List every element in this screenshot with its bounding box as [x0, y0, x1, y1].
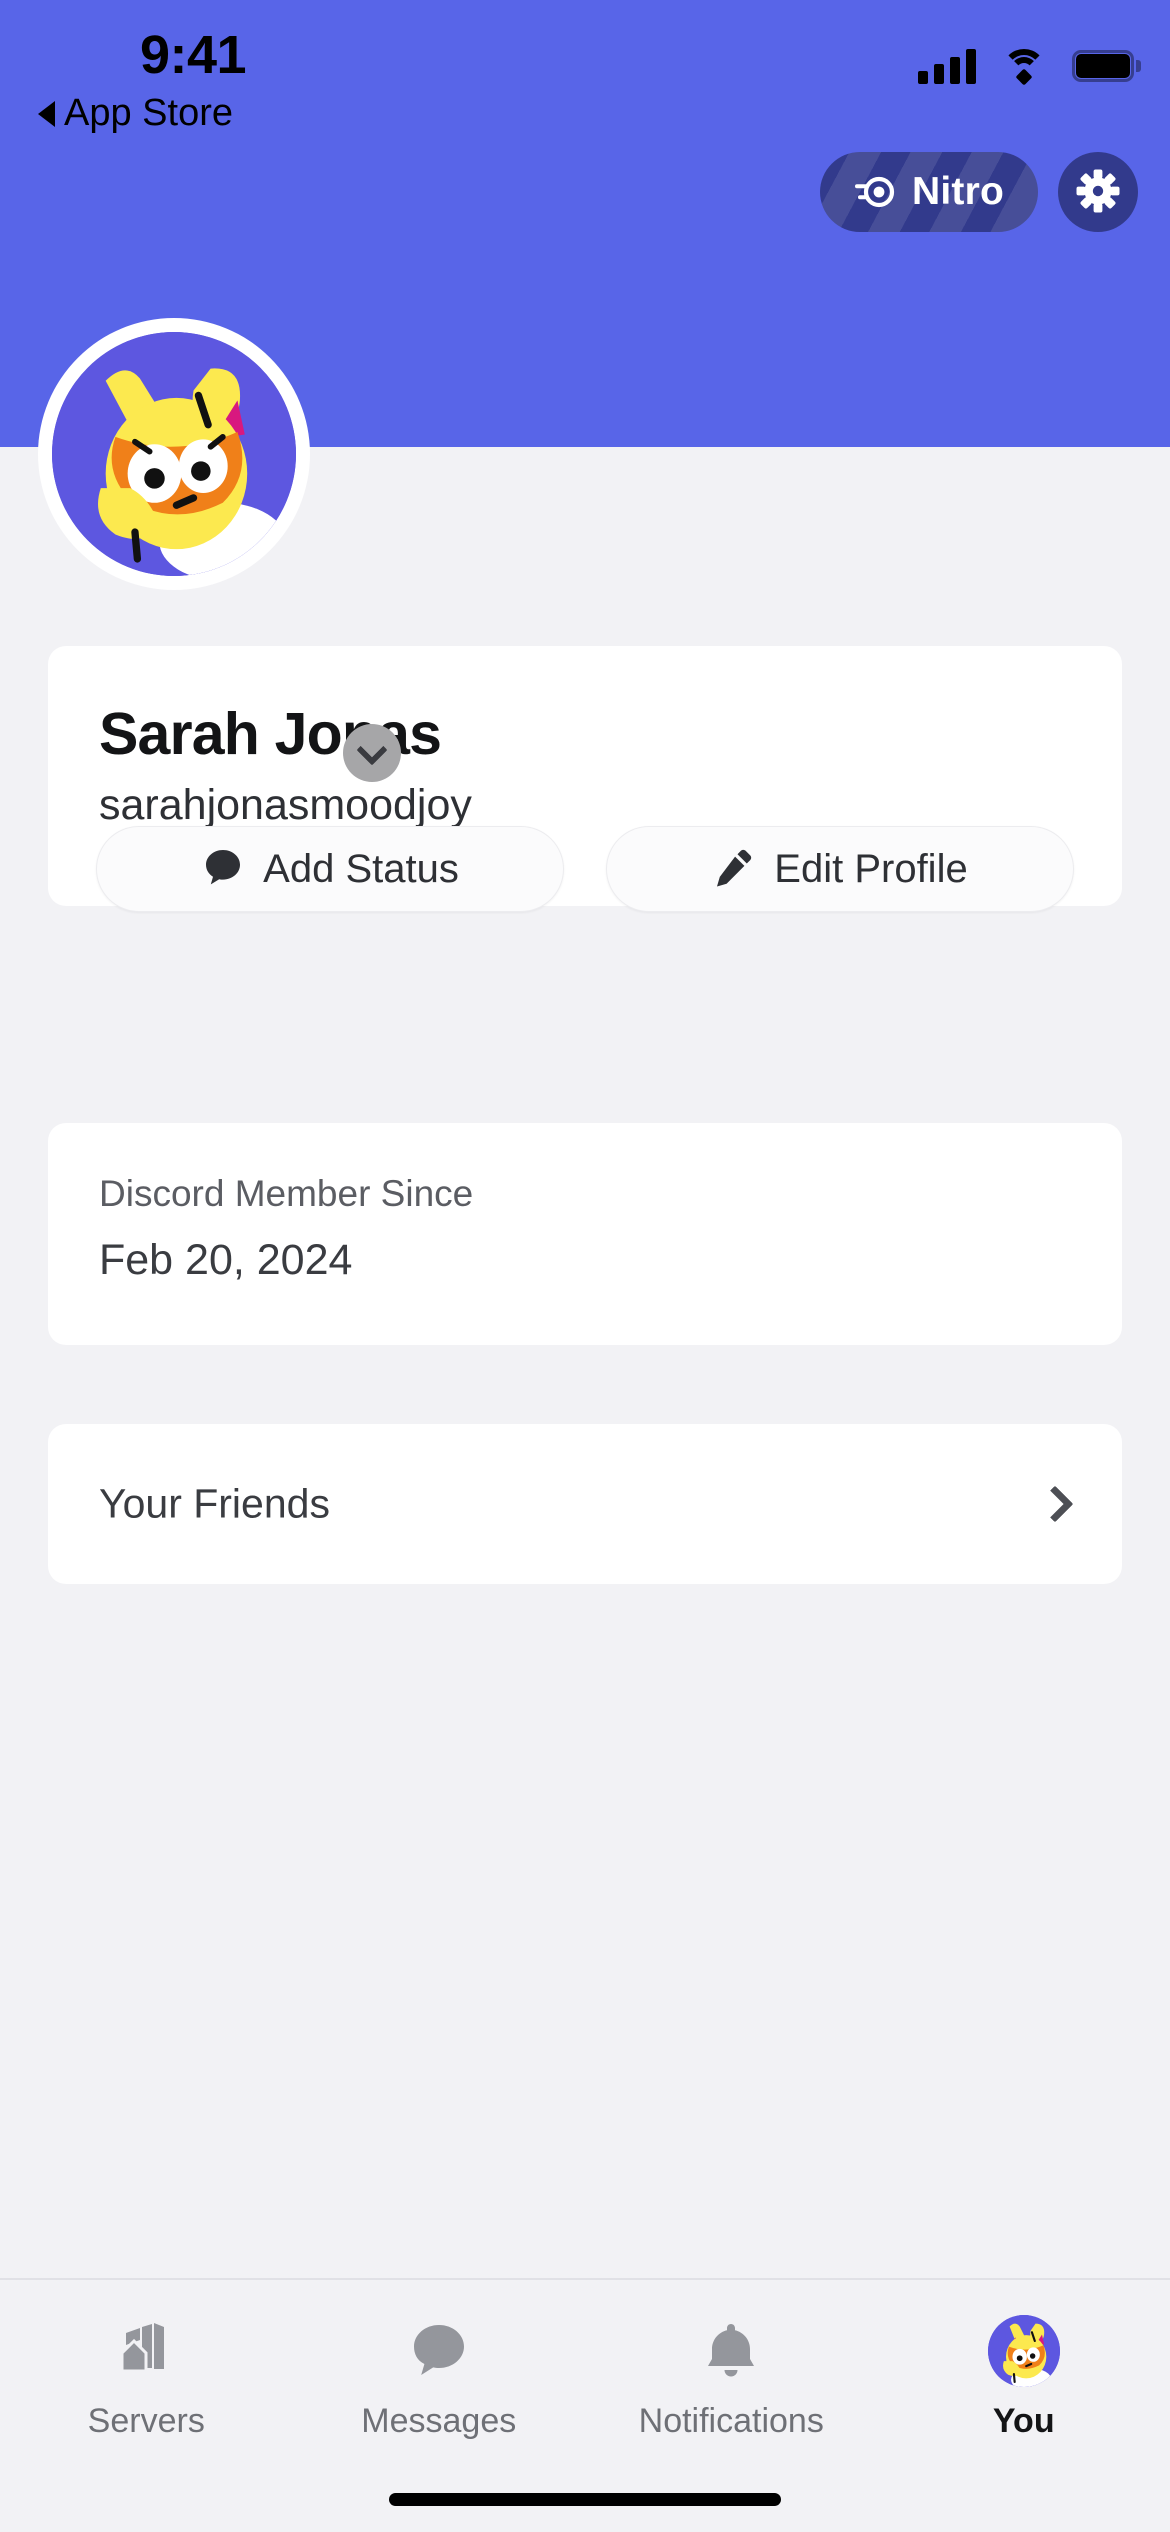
edit-profile-label: Edit Profile — [774, 846, 968, 891]
header-actions: Nitro — [820, 152, 1138, 232]
tab-servers[interactable]: Servers — [0, 2280, 293, 2532]
avatar[interactable] — [38, 318, 310, 590]
add-status-label: Add Status — [263, 846, 459, 891]
triangle-left-icon — [38, 100, 55, 127]
your-friends-label: Your Friends — [99, 1480, 330, 1527]
status-bar-time: 9:41 — [140, 25, 247, 85]
nitro-button[interactable]: Nitro — [820, 152, 1038, 232]
tab-messages-label: Messages — [361, 2402, 517, 2440]
user-avatar-cat-icon — [987, 2315, 1060, 2387]
tab-you-label: You — [992, 2402, 1055, 2440]
tab-bar: Servers Messages Notifications You — [0, 2280, 1170, 2532]
member-since-value: Feb 20, 2024 — [99, 1236, 353, 1284]
member-since-card: Discord Member Since Feb 20, 2024 — [48, 1123, 1122, 1345]
tab-you[interactable]: You — [878, 2280, 1170, 2532]
chevron-down-icon — [356, 734, 388, 766]
avatar-ring — [38, 318, 310, 590]
back-label: App Store — [64, 92, 233, 134]
cellular-signal-icon — [918, 48, 976, 84]
profile-actions: Add Status Edit Profile — [96, 826, 1074, 912]
tab-you-avatar — [987, 2312, 1060, 2390]
battery-full-icon — [1072, 50, 1141, 82]
pencil-icon — [712, 845, 756, 894]
user-avatar-cat-icon — [52, 332, 296, 576]
nitro-label: Nitro — [912, 170, 1004, 213]
tab-notifications-label: Notifications — [638, 2402, 824, 2440]
status-bar: 9:41 App Store — [0, 0, 1170, 134]
nitro-boost-icon — [854, 171, 896, 213]
profile-card: Sarah Jonas sarahjonasmoodjoy Add Status… — [48, 646, 1122, 912]
member-since-label: Discord Member Since — [99, 1173, 474, 1214]
gear-icon — [1076, 169, 1120, 216]
edit-profile-button[interactable]: Edit Profile — [606, 826, 1074, 912]
chevron-right-icon — [1036, 1485, 1074, 1523]
username-label: sarahjonasmoodjoy — [99, 781, 472, 829]
status-bar-indicators — [918, 48, 1141, 86]
add-status-button[interactable]: Add Status — [96, 826, 564, 912]
speech-bubble-icon — [407, 2312, 471, 2390]
servers-buildings-icon — [114, 2312, 178, 2390]
home-indicator[interactable] — [389, 2493, 781, 2506]
wifi-icon — [1002, 49, 1046, 86]
back-to-app-store-button[interactable]: App Store — [38, 92, 233, 135]
tab-servers-label: Servers — [87, 2402, 205, 2440]
speech-bubble-icon — [201, 845, 245, 894]
status-badge[interactable] — [343, 724, 401, 782]
your-friends-row[interactable]: Your Friends — [48, 1424, 1122, 1584]
bell-icon — [699, 2312, 763, 2390]
settings-button[interactable] — [1058, 152, 1138, 232]
